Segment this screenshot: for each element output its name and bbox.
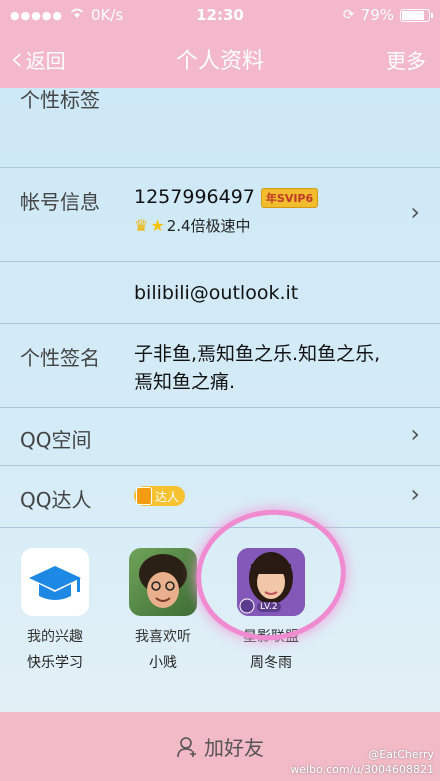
back-label: 返回 [25, 48, 66, 73]
phone-icon [136, 487, 152, 505]
email-text: bilibili@outlook.it [134, 282, 299, 304]
more-button[interactable]: 更多 [386, 45, 440, 74]
graduation-cap-icon [21, 548, 89, 616]
app-subtitle: 小贱 [149, 655, 177, 671]
chevron-left-icon: ‹ [10, 39, 24, 79]
app-subtitle: 周冬雨 [250, 655, 292, 671]
watermark-url: weibo.com/u/3004608821 [290, 762, 434, 776]
wifi-icon [69, 7, 85, 23]
email-row: bilibili@outlook.it [0, 262, 440, 324]
chevron-right-icon: › [410, 198, 420, 226]
avatar [129, 548, 197, 616]
daren-badge: 达人 [134, 486, 186, 506]
star-icon: ★ [150, 216, 165, 235]
watermark-user: @EatCherry [368, 748, 434, 762]
signal-icon: ●●●●● [10, 8, 63, 22]
nav-bar: ‹ 返回 个人资料 更多 [0, 30, 440, 88]
account-row[interactable]: 帐号信息 1257996497 年SVIP6 ♛ ★ 2.4倍极速中 › [0, 168, 440, 262]
account-id: 1257996497 [134, 186, 255, 208]
app-title: 我喜欢听 [135, 629, 191, 645]
status-bar: ●●●●● 0K/s 12:30 ⟳ 79% [0, 0, 440, 30]
daren-row[interactable]: QQ达人 达人 › [0, 466, 440, 528]
account-label: 帐号信息 [20, 190, 100, 214]
add-person-icon [176, 736, 198, 758]
battery-icon [400, 8, 433, 22]
back-button[interactable]: ‹ 返回 [0, 42, 66, 76]
speed-text: 2.4倍极速中 [166, 217, 251, 235]
qzone-row[interactable]: QQ空间 › [0, 408, 440, 466]
daren-label: QQ达人 [20, 488, 92, 512]
qzone-label: QQ空间 [20, 428, 92, 452]
watermark: @EatCherry weibo.com/u/3004608821 [290, 748, 434, 777]
signature-label: 个性签名 [20, 346, 100, 370]
speed-status: ♛ ★ 2.4倍极速中 [134, 215, 251, 236]
account-id-line: 1257996497 年SVIP6 [134, 186, 319, 208]
crown-icon: ♛ [134, 216, 149, 235]
daren-badge-text: 达人 [155, 489, 180, 504]
battery-percent: 79% [360, 6, 394, 24]
add-friend-label: 加好友 [204, 736, 264, 760]
tag-row[interactable]: 个性标签 [0, 88, 440, 168]
orientation-lock-icon: ⟳ [342, 7, 355, 23]
chevron-right-icon: › [410, 420, 420, 448]
signature-text: 子非鱼,焉知鱼之乐.知鱼之乐,焉知鱼之痛. [134, 343, 381, 393]
page-title: 个人资料 [175, 49, 264, 74]
tag-label: 个性标签 [20, 88, 100, 112]
app-music[interactable]: 我喜欢听 小贱 [120, 548, 206, 672]
app-interest[interactable]: 我的兴趣 快乐学习 [12, 548, 98, 672]
app-subtitle: 快乐学习 [27, 655, 83, 671]
signature-row[interactable]: 个性签名 子非鱼,焉知鱼之乐.知鱼之乐,焉知鱼之痛. [0, 324, 440, 408]
app-title: 我的兴趣 [27, 629, 83, 645]
network-speed: 0K/s [91, 6, 124, 24]
svip-badge: 年SVIP6 [260, 187, 319, 208]
chevron-right-icon: › [410, 480, 420, 508]
